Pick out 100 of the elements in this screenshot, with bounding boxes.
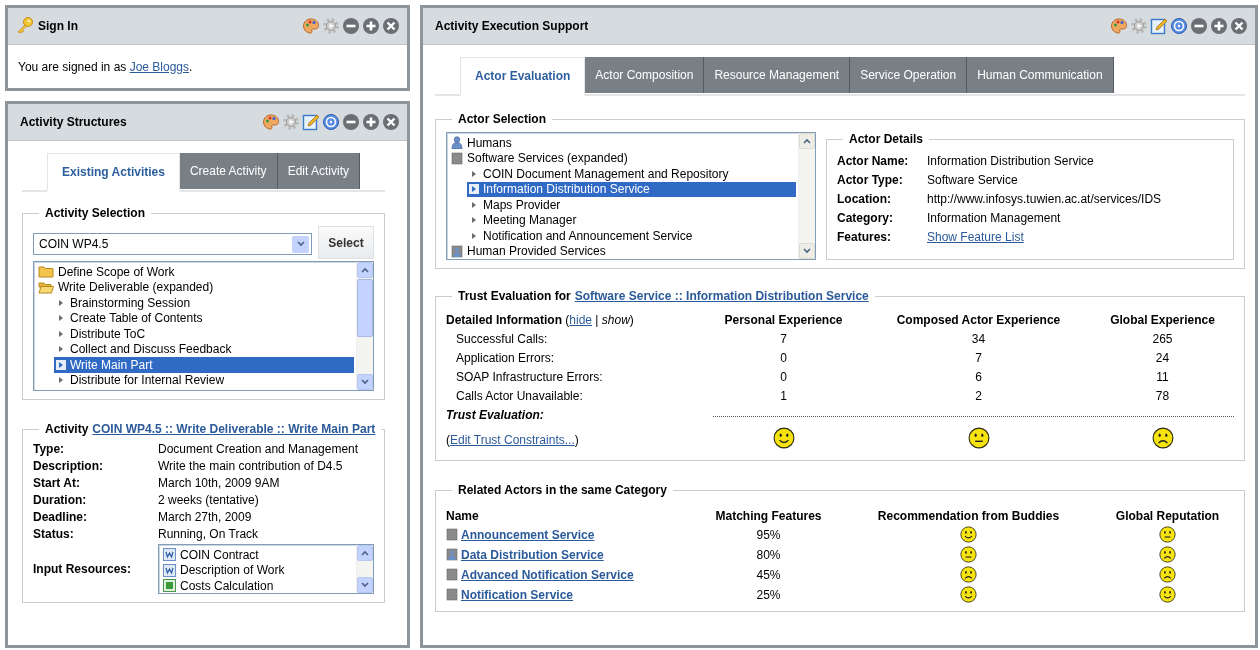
field-label: Features: [837,230,893,244]
row-label: Successful Calls: [455,332,549,346]
field-label: Deadline: [33,510,88,524]
person-service-icon [451,244,463,258]
tree-item[interactable]: Write Deliverable (expanded) [36,279,354,295]
tree-item[interactable]: Write Main Part [54,357,354,373]
tab[interactable]: Actor Evaluation [460,57,586,96]
actor-link[interactable]: Notification Service [461,587,574,602]
tab[interactable]: Service Operation [850,57,968,93]
help-icon[interactable] [322,113,340,131]
table-cell-text: 6 [974,370,983,384]
tab[interactable]: Resource Management [704,57,851,93]
maximize-icon[interactable] [362,113,380,131]
field-value: Document Creation and Management [158,442,360,456]
service-icon [451,151,463,165]
tree-item[interactable]: Distribute ToC [54,326,354,342]
tree-item[interactable]: Meeting Manager [467,212,796,228]
tree-item[interactable]: Software Services (expanded) [449,150,796,166]
table-cell-text: 34 [970,332,987,346]
group-title: Related Actors in the same Category [458,483,667,497]
palette-icon[interactable] [1110,17,1128,35]
palette-icon[interactable] [302,17,320,35]
tree-item[interactable]: Collect and Discuss Feedback [54,341,354,357]
field-label: Location: [837,192,892,206]
group-title: Actor Selection [458,112,547,126]
actor-link[interactable]: Software Service :: Information Distribution Service [574,289,869,303]
group-title: Activity [45,422,89,436]
minimize-icon[interactable] [342,17,360,35]
tree-item[interactable]: Maps Provider [467,197,796,213]
field-label: Actor Name: [837,154,910,168]
hide-link[interactable]: hide [569,313,593,327]
tree-item[interactable]: Information Distribution Service [467,181,796,197]
triangle-icon [56,359,66,370]
feature-list-link[interactable]: Show Feature List [927,230,1024,244]
actor-link[interactable]: Advanced Notification Service [461,567,634,582]
actor-link[interactable]: Announcement Service [461,527,595,542]
document-icon [163,548,176,562]
actor-tree[interactable]: Humans Software Services (expanded) COIN Document Management and Repository Information Distribution Service Maps Provider Meeting Manager Notification and Announcement Service Human Provided Services [446,132,816,260]
tree-item[interactable]: Define Scope of Work [36,264,354,280]
activity-dropdown[interactable]: COIN WP4.5 [33,233,312,255]
close-icon[interactable] [1230,17,1248,35]
resources-list[interactable]: COIN Contract Description of Work Costs Calculation [158,544,374,594]
tab[interactable]: Edit Activity [277,153,360,189]
field-value: 2 weeks (tentative) [158,493,260,507]
tree-item[interactable]: Distribute for Internal Review [54,372,354,388]
maximize-icon[interactable] [1210,17,1228,35]
row-label: SOAP Infrastructure Errors: [455,370,604,384]
field-value: Running, On Track [158,527,260,541]
activity-link[interactable]: COIN WP4.5 :: Write Deliverable :: Write Main Part [92,422,376,436]
field-label: Start At: [33,476,81,490]
edit-icon[interactable] [302,113,320,131]
key-icon [16,15,34,34]
scrollbar[interactable] [798,133,815,259]
field-value: Information Management [927,211,1062,225]
table-cell-text: 0 [779,370,788,384]
edit-constraints-link[interactable]: Edit Trust Constraints... [450,432,575,447]
document-icon [163,563,176,577]
tree-item[interactable]: Notification and Announcement Service [467,228,796,244]
palette-icon[interactable] [262,113,280,131]
edit-icon[interactable] [1150,17,1168,35]
tab[interactable]: Actor Composition [585,57,705,93]
tree-item[interactable]: Create Table of Contents [54,310,354,326]
resource-item[interactable]: Costs Calculation [161,578,354,593]
close-icon[interactable] [382,113,400,131]
help-icon[interactable] [1170,17,1188,35]
maximize-icon[interactable] [362,17,380,35]
minimize-icon[interactable] [1190,17,1208,35]
resource-item[interactable]: Description of Work [161,562,354,578]
tab[interactable]: Existing Activities [47,153,180,192]
table-cell-text: 265 [1151,332,1174,346]
resource-item[interactable]: COIN Contract [161,547,354,563]
scrollbar[interactable] [356,545,373,593]
table-cell-text: 1 [779,389,788,403]
table-cell-text: 11 [1155,370,1170,384]
tab[interactable]: Human Communication [967,57,1114,93]
user-link[interactable]: Joe Bloggs [129,60,189,74]
column-header: Composed Actor Experience [895,313,1062,327]
field-value: March 10th, 2009 9AM [158,476,281,490]
actor-link[interactable]: Data Distribution Service [461,547,604,562]
field-label: Status: [33,527,75,541]
close-icon[interactable] [382,17,400,35]
tree-item[interactable]: Humans [449,135,796,151]
triangle-icon [469,184,479,195]
tree-item[interactable]: Human Provided Services [449,243,796,259]
tree-item[interactable]: Brainstorming Session [54,295,354,311]
minimize-icon[interactable] [342,113,360,131]
column-header: Personal Experience [723,313,844,327]
table-cell-text: 2 [974,389,983,403]
tree-item[interactable]: COIN Document Management and Repository [467,166,796,182]
group-title: Trust Evaluation for [458,289,571,303]
field-value: Write the main contribution of D4.5 [158,459,344,473]
field-value: Information Distribution Service [927,154,1095,168]
table-cell-text: 25% [755,587,782,602]
select-button[interactable]: Select [318,226,374,259]
column-header: Global Experience [1109,313,1216,327]
activity-tree[interactable]: Define Scope of Work Write Deliverable (expanded) Brainstorming Session Create Table of Contents Distribute ToC Collect and Discuss Feedback Write Main Part Distribute for Internal Review [33,261,374,391]
tab[interactable]: Create Activity [179,153,278,189]
table-cell-text: 0 [779,351,788,365]
scrollbar[interactable] [356,262,373,390]
table-cell-text: 95% [755,527,782,542]
